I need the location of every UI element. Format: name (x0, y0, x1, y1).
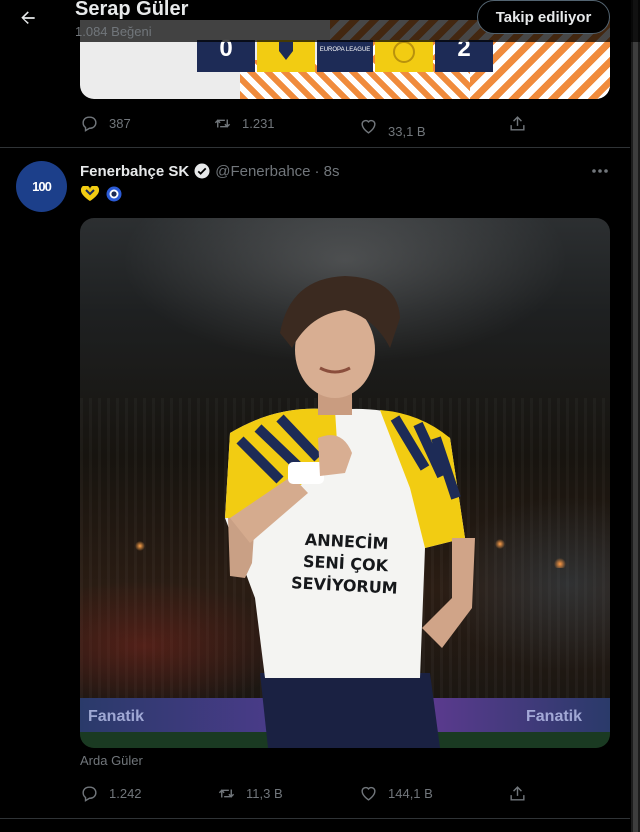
retweet-count: 11,3 B (246, 786, 283, 801)
like-count: 33,1 B (388, 124, 426, 139)
club-crest-icon (393, 41, 415, 63)
like-button[interactable]: 33,1 B (359, 114, 426, 139)
tweet-text (80, 186, 122, 202)
tweet-header: Fenerbahçe SK @Fenerbahce · 8s (80, 162, 340, 180)
profile-name: Serap Güler (75, 0, 189, 20)
tweet-photo[interactable]: Fanatik Fanatik ANNECİM SENİ ÇOK SEVİYOR… (80, 218, 610, 748)
profile-header: Serap Güler 1.084 Beğeni Takip ediliyor (0, 0, 640, 42)
player-figure (225, 276, 475, 748)
home-score: 0 (219, 35, 233, 62)
shirt-message: ANNECİM SENİ ÇOK SEVİYORUM (281, 528, 409, 600)
shield-icon (279, 42, 293, 60)
share-button[interactable] (508, 784, 527, 803)
following-button[interactable]: Takip ediliyor (477, 0, 610, 34)
league-badge-text: EUROPA LEAGUE (319, 47, 371, 53)
like-count-subtitle: 1.084 Beğeni (75, 24, 152, 39)
back-button[interactable] (14, 4, 42, 32)
more-button[interactable] (590, 162, 610, 180)
retweet-button[interactable]: 11,3 B (217, 784, 283, 803)
avatar-logo-text: 100 (32, 179, 52, 194)
retweet-button[interactable]: 1.231 (213, 114, 275, 133)
retweet-count: 1.231 (242, 116, 275, 131)
reply-count: 387 (109, 116, 131, 131)
like-button[interactable]: 144,1 B (359, 784, 433, 803)
reply-button[interactable]: 387 (80, 114, 131, 133)
tweet-divider (0, 818, 630, 819)
author-name[interactable]: Fenerbahçe SK (80, 163, 189, 180)
reply-count: 1.242 (109, 786, 142, 801)
share-button[interactable] (508, 114, 527, 133)
away-score: 2 (457, 35, 471, 62)
share-icon (510, 786, 525, 801)
share-icon (510, 116, 525, 131)
away-crest (375, 40, 433, 72)
reply-button[interactable]: 1.242 (80, 784, 142, 803)
home-score-box: 0 (197, 35, 255, 72)
avatar[interactable]: 100 (16, 161, 67, 212)
reply-icon (82, 116, 97, 132)
heart-icon (361, 786, 376, 801)
yellow-heart-emoji (80, 186, 100, 201)
tweet-actions: 1.242 11,3 B 144,1 B (80, 784, 530, 806)
tweet-divider (0, 147, 630, 148)
navy-heart-emoji (106, 186, 122, 202)
home-crest (257, 40, 315, 72)
like-count: 144,1 B (388, 786, 433, 801)
retweet-icon (214, 119, 231, 128)
arrow-left-icon (21, 11, 35, 24)
reply-icon (82, 786, 97, 802)
scrollbar-thumb[interactable] (633, 0, 638, 832)
photo-caption: Arda Güler (80, 753, 143, 768)
more-horizontal-icon (592, 169, 608, 173)
league-badge: EUROPA LEAGUE (317, 40, 373, 72)
away-score-box: 2 (435, 35, 493, 72)
author-handle[interactable]: @Fenerbahce (215, 163, 310, 180)
verified-badge-icon (194, 163, 210, 179)
heart-icon (361, 119, 376, 134)
tweet-time[interactable]: · 8s (315, 163, 340, 180)
previous-tweet-actions: 387 1.231 33,1 B (80, 114, 530, 139)
retweet-icon (218, 789, 235, 798)
